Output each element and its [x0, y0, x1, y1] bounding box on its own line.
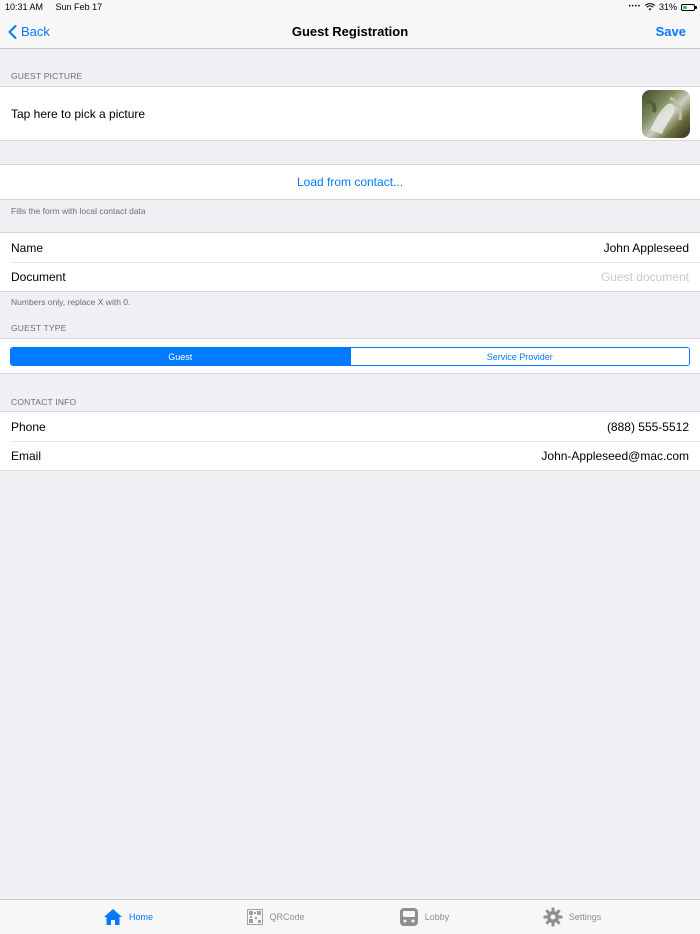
guest-picture-group: Tap here to pick a picture	[0, 86, 700, 141]
pick-picture-row[interactable]: Tap here to pick a picture	[0, 87, 700, 140]
tab-bar: Home QRCode Lobby Settings	[0, 899, 700, 934]
phone-row[interactable]: Phone (888) 555-5512	[0, 412, 700, 441]
load-contact-group: Load from contact...	[0, 164, 700, 200]
status-right: •••• 31%	[628, 2, 697, 12]
contact-info-header: CONTACT INFO	[11, 397, 77, 407]
status-time: 10:31 AM	[5, 2, 44, 12]
save-button[interactable]: Save	[656, 14, 686, 49]
load-contact-footer: Fills the form with local contact data	[11, 206, 146, 216]
guest-picture-thumbnail[interactable]	[642, 89, 690, 138]
document-footer: Numbers only, replace X with 0.	[11, 297, 131, 307]
name-row[interactable]: Name John Appleseed	[0, 233, 700, 262]
tab-lobby-label: Lobby	[424, 912, 450, 922]
guest-picture-header: GUEST PICTURE	[11, 71, 83, 81]
tab-lobby[interactable]: Lobby	[350, 907, 498, 927]
wifi-icon	[644, 3, 655, 11]
status-left: 10:31 AM Sun Feb 17	[5, 2, 112, 12]
gear-icon	[543, 907, 563, 927]
email-label: Email	[11, 448, 42, 463]
tab-settings[interactable]: Settings	[498, 907, 646, 927]
home-icon	[103, 909, 122, 925]
tab-home-label: Home	[128, 912, 153, 922]
chevron-left-icon	[8, 24, 17, 39]
navigation-bar: Back Guest Registration Save	[0, 14, 700, 49]
document-label: Document	[11, 269, 66, 284]
document-field[interactable]: Guest document	[601, 270, 689, 284]
bus-icon	[399, 908, 418, 926]
identity-group: Name John Appleseed Document Guest docum…	[0, 232, 700, 292]
tab-qrcode[interactable]: QRCode	[202, 909, 350, 925]
name-field[interactable]: John Appleseed	[604, 241, 689, 255]
back-button[interactable]: Back	[8, 14, 50, 49]
load-from-contact-button[interactable]: Load from contact...	[0, 165, 700, 199]
dots-icon: ••••	[628, 4, 641, 10]
thumbnail-image	[645, 96, 682, 134]
battery-icon	[681, 3, 697, 11]
status-date: Sun Feb 17	[55, 2, 103, 12]
document-row[interactable]: Document Guest document	[0, 262, 700, 291]
tab-home[interactable]: Home	[54, 908, 202, 926]
status-bar: 10:31 AM Sun Feb 17 •••• 31%	[0, 0, 700, 14]
battery-fill	[683, 5, 687, 9]
guest-type-header: GUEST TYPE	[11, 323, 67, 333]
guest-type-group: Guest Service Provider	[0, 338, 700, 374]
pick-picture-label: Tap here to pick a picture	[11, 106, 146, 121]
tab-settings-label: Settings	[568, 912, 602, 922]
guest-type-segmented-control[interactable]: Guest Service Provider	[10, 347, 690, 366]
segment-guest[interactable]: Guest	[11, 348, 350, 365]
phone-label: Phone	[11, 419, 46, 434]
qrcode-icon	[247, 909, 264, 925]
contact-info-group: Phone (888) 555-5512 Email John-Applesee…	[0, 411, 700, 471]
email-field[interactable]: John-Appleseed@mac.com	[541, 449, 689, 463]
battery-percent: 31%	[658, 2, 677, 12]
email-row[interactable]: Email John-Appleseed@mac.com	[0, 441, 700, 470]
page-title: Guest Registration	[291, 23, 409, 39]
tab-qrcode-label: QRCode	[269, 912, 305, 922]
back-label: Back	[21, 24, 50, 39]
segment-service-provider[interactable]: Service Provider	[349, 348, 689, 365]
phone-field[interactable]: (888) 555-5512	[607, 420, 689, 434]
name-label: Name	[11, 240, 44, 255]
